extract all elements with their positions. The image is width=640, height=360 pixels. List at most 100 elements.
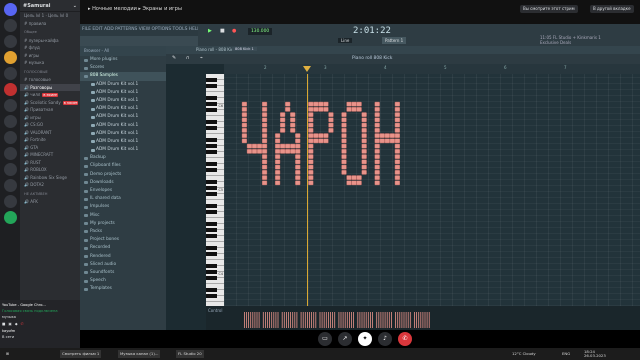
note[interactable]: [374, 170, 380, 175]
note[interactable]: [275, 159, 281, 165]
note[interactable]: [275, 143, 281, 149]
note[interactable]: [361, 117, 367, 123]
velocity-bar[interactable]: [416, 312, 417, 328]
channel-item[interactable]: 🔊 Приватная: [20, 106, 80, 114]
server-header[interactable]: #Samurai ⌄: [20, 0, 80, 12]
windows-start-icon[interactable]: ⊞: [4, 350, 11, 358]
browser-item[interactable]: Clipboard files: [80, 162, 166, 170]
note[interactable]: [241, 117, 248, 123]
velocity-bar[interactable]: [351, 312, 352, 328]
note[interactable]: [241, 133, 248, 138]
browser-item[interactable]: Sliced audio: [80, 261, 166, 269]
browser-item[interactable]: ADM Drum Kit vol.1: [80, 89, 166, 97]
note[interactable]: [341, 112, 347, 117]
note[interactable]: [323, 138, 329, 144]
server-icon[interactable]: [3, 19, 17, 32]
velocity-bar[interactable]: [304, 312, 306, 328]
browser-item[interactable]: ADM Drum Kit vol.1: [80, 97, 166, 105]
pencil-icon[interactable]: ✎: [172, 55, 176, 61]
weather-widget[interactable]: 12°C Cloudy: [510, 350, 538, 358]
note[interactable]: [295, 170, 301, 175]
note[interactable]: [374, 159, 380, 165]
velocity-bar[interactable]: [397, 312, 399, 328]
note[interactable]: [323, 107, 329, 112]
note[interactable]: [346, 180, 352, 186]
note[interactable]: [361, 143, 367, 149]
add-server-icon[interactable]: [3, 211, 17, 224]
browser-item[interactable]: Rendered: [80, 253, 166, 261]
note[interactable]: [318, 138, 324, 144]
note[interactable]: [361, 133, 367, 138]
browser-item[interactable]: ADM Drum Kit vol.1: [80, 105, 166, 113]
note[interactable]: [280, 143, 286, 149]
taskbar-item[interactable]: Смотреть фильм 1: [60, 350, 102, 358]
note[interactable]: [261, 175, 268, 180]
note[interactable]: [295, 138, 301, 144]
watch-stream-button[interactable]: Вы смотрите этот стрим: [520, 5, 578, 13]
note[interactable]: [394, 122, 400, 128]
note[interactable]: [246, 149, 253, 154]
note[interactable]: [285, 143, 291, 149]
note[interactable]: [308, 143, 314, 149]
velocity-bar[interactable]: [302, 312, 304, 328]
note[interactable]: [384, 138, 390, 144]
note[interactable]: [295, 143, 301, 149]
channel-item[interactable]: 🔊 GTA: [20, 144, 80, 152]
note[interactable]: [308, 164, 314, 170]
note[interactable]: [295, 180, 301, 186]
note[interactable]: [374, 138, 380, 144]
note[interactable]: [290, 149, 296, 154]
channel-item[interactable]: 🔊 Rainbow Six Siege: [20, 174, 80, 182]
note[interactable]: [389, 138, 395, 144]
velocity-bar[interactable]: [428, 312, 430, 328]
velocity-bar[interactable]: [386, 312, 388, 328]
note[interactable]: [313, 138, 319, 144]
chevron-down-icon[interactable]: ⌄: [73, 3, 77, 9]
note[interactable]: [280, 128, 286, 133]
note[interactable]: [394, 170, 400, 175]
note[interactable]: [241, 107, 248, 112]
note[interactable]: [374, 128, 380, 133]
velocity-bar[interactable]: [418, 312, 420, 328]
channel-item[interactable]: 🔊 Fortnite: [20, 136, 80, 144]
note[interactable]: [328, 122, 334, 128]
pattern-select[interactable]: Pattern 1: [382, 37, 407, 44]
note[interactable]: [394, 138, 400, 144]
browser-item[interactable]: Envelopes: [80, 187, 166, 195]
browser-item[interactable]: ADM Drum Kit vol.1: [80, 146, 166, 154]
note[interactable]: [285, 101, 291, 107]
velocity-bar[interactable]: [414, 312, 415, 328]
magnet-icon[interactable]: ∩: [186, 55, 190, 61]
note[interactable]: [290, 122, 296, 128]
note[interactable]: [394, 101, 400, 107]
browser-item[interactable]: ADM Drum Kit vol.1: [80, 138, 166, 146]
browser-item[interactable]: ADM Drum Kit vol.1: [80, 113, 166, 121]
note[interactable]: [285, 107, 291, 112]
channel-category[interactable]: НЕ АКТИВЕН: [20, 191, 80, 199]
velocity-bar[interactable]: [409, 312, 411, 328]
note[interactable]: [394, 133, 400, 138]
channel-item[interactable]: 🔊 VALORANT: [20, 129, 80, 137]
note[interactable]: [328, 117, 334, 123]
velocity-bar[interactable]: [248, 312, 249, 328]
velocity-bar[interactable]: [252, 312, 254, 328]
note[interactable]: [361, 154, 367, 159]
note[interactable]: [374, 112, 380, 117]
note[interactable]: [241, 112, 248, 117]
note[interactable]: [308, 107, 314, 112]
server-icon[interactable]: [3, 131, 17, 144]
velocity-bar[interactable]: [391, 312, 392, 328]
server-icon[interactable]: [3, 51, 17, 64]
note[interactable]: [356, 175, 362, 180]
language-indicator[interactable]: ENG: [560, 350, 572, 358]
note[interactable]: [346, 107, 352, 112]
fl-menu[interactable]: FILE EDIT ADD PATTERNS VIEW OPTIONS TOOL…: [80, 24, 200, 36]
note[interactable]: [275, 180, 281, 186]
note[interactable]: [256, 143, 263, 149]
note[interactable]: [341, 154, 347, 159]
note[interactable]: [394, 154, 400, 159]
note[interactable]: [308, 117, 314, 123]
record-icon[interactable]: ●: [232, 28, 236, 34]
velocity-bar[interactable]: [262, 312, 264, 328]
note[interactable]: [261, 143, 268, 149]
